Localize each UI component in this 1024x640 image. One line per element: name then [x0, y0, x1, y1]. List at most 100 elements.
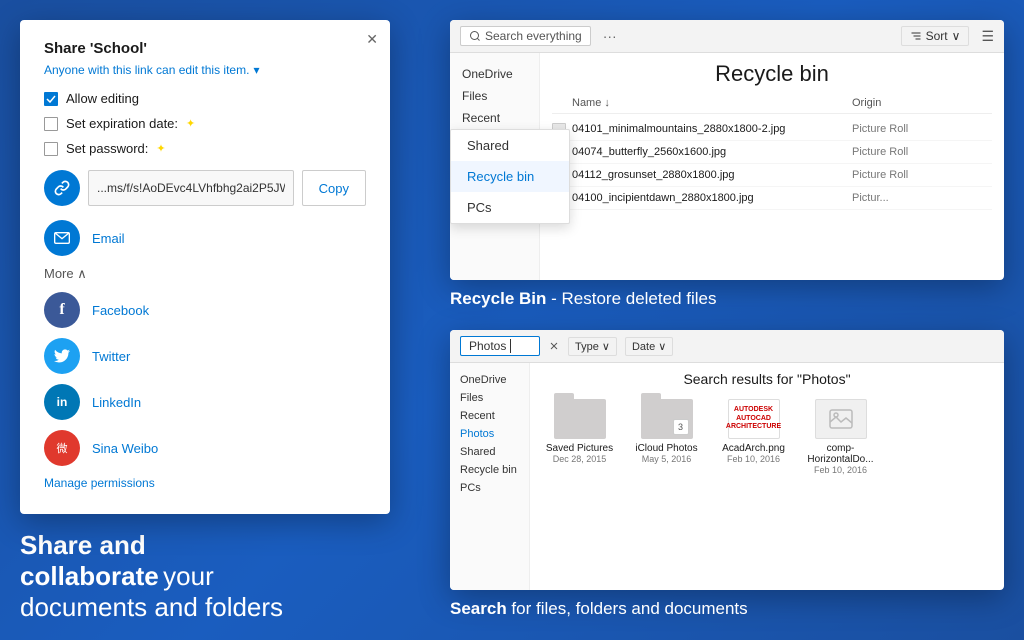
close-search-icon[interactable]	[548, 340, 560, 352]
hamburger-icon[interactable]: ☰	[981, 28, 994, 45]
subtitle-text: Anyone with this link can edit this item…	[44, 63, 249, 77]
file-origin: Picture Roll	[852, 169, 992, 181]
search-sidebar-onedrive[interactable]: OneDrive	[450, 371, 529, 389]
expiration-checkbox[interactable]	[44, 117, 58, 131]
sort-label: Sort	[926, 29, 948, 43]
main-layout: ✕ Share 'School' Anyone with this link c…	[0, 0, 1024, 640]
file-name: 04074_butterfly_2560x1600.jpg	[572, 146, 852, 158]
result-date: Feb 10, 2016	[727, 454, 780, 464]
name-column-header: Name ↓	[572, 97, 852, 109]
search-sidebar-files[interactable]: Files	[450, 389, 529, 407]
allow-editing-label: Allow editing	[66, 91, 139, 106]
share-dialog: ✕ Share 'School' Anyone with this link c…	[20, 20, 390, 514]
result-label: comp-HorizontalDo...	[803, 443, 878, 465]
allow-editing-checkbox[interactable]	[44, 92, 58, 106]
bottom-left-bold1: Share and	[20, 530, 146, 560]
table-row[interactable]: 04101_minimalmountains_2880x1800-2.jpg P…	[552, 118, 992, 141]
list-item[interactable]: Saved Pictures Dec 28, 2015	[542, 399, 617, 464]
recycle-bin-window: Search everything ··· Sort ∨ ☰ OneDrive …	[450, 20, 1004, 280]
recycle-search-box[interactable]: Search everything	[460, 26, 591, 46]
search-results-grid: Saved Pictures Dec 28, 2015 3 iCloud Pho…	[542, 399, 992, 475]
link-input[interactable]	[88, 170, 294, 206]
table-row[interactable]: 04112_grosunset_2880x1800.jpg Picture Ro…	[552, 164, 992, 187]
facebook-label[interactable]: Facebook	[92, 303, 149, 318]
twitter-label[interactable]: Twitter	[92, 349, 130, 364]
sidebar-item-onedrive[interactable]: OneDrive	[450, 63, 539, 85]
password-checkbox[interactable]	[44, 142, 58, 156]
recycle-bin-sidebar: OneDrive Files Recent Shared Recycle bin…	[450, 53, 540, 280]
search-input-bar[interactable]: Photos	[460, 336, 540, 356]
password-label: Set password:	[66, 141, 148, 156]
facebook-row: f Facebook	[44, 292, 366, 328]
bottom-left-line2: collaborate your	[20, 561, 430, 592]
dropdown-shared[interactable]: Shared	[451, 130, 569, 161]
sort-button[interactable]: Sort ∨	[901, 26, 970, 46]
search-desc-normal: for files, folders and documents	[507, 599, 748, 618]
close-button[interactable]: ✕	[366, 32, 378, 46]
recycle-bin-desc-bold: Recycle Bin	[450, 289, 546, 308]
search-window: Photos Type ∨ Date ∨ OneDrive Files Rece…	[450, 330, 1004, 590]
more-options-icon[interactable]: ···	[603, 28, 617, 44]
linkedin-row: in LinkedIn	[44, 384, 366, 420]
dropdown-recycle-bin[interactable]: Recycle bin	[451, 161, 569, 192]
result-date: Feb 10, 2016	[814, 465, 867, 475]
search-description: Search for files, folders and documents	[450, 598, 1004, 620]
password-row: Set password: ✦	[44, 141, 366, 156]
linkedin-label[interactable]: LinkedIn	[92, 395, 141, 410]
table-row[interactable]: 04100_incipientdawn_2880x1800.jpg Pictur…	[552, 187, 992, 210]
recycle-bin-body: OneDrive Files Recent Shared Recycle bin…	[450, 53, 1004, 280]
dropdown-pcs[interactable]: PCs	[451, 192, 569, 223]
type-filter-button[interactable]: Type ∨	[568, 337, 617, 356]
list-item[interactable]: AUTODESKAUTOCADARCHITECTURE AcadArch.png…	[716, 399, 791, 464]
allow-editing-row: Allow editing	[44, 91, 366, 106]
search-sidebar-pcs[interactable]: PCs	[450, 479, 529, 497]
bottom-left-line1: Share and	[20, 530, 430, 561]
sidebar-item-recent[interactable]: Recent	[450, 107, 539, 129]
dialog-title: Share 'School'	[44, 40, 366, 57]
manage-permissions-link[interactable]: Manage permissions	[44, 476, 366, 490]
copy-button[interactable]: Copy	[302, 170, 366, 206]
table-row[interactable]: 04074_butterfly_2560x1600.jpg Picture Ro…	[552, 141, 992, 164]
search-desc-bold: Search	[450, 599, 507, 618]
more-toggle[interactable]: More ∧	[44, 266, 366, 282]
folder-icon	[554, 399, 606, 439]
date-filter-button[interactable]: Date ∨	[625, 337, 673, 356]
recycle-bin-main: Recycle bin Name ↓ Origin 04101_minimalm…	[540, 53, 1004, 280]
file-list-header: Name ↓ Origin	[552, 97, 992, 114]
expiration-label: Set expiration date:	[66, 116, 178, 131]
sort-chevron-icon: ∨	[952, 29, 961, 43]
search-sidebar-recycle[interactable]: Recycle bin	[450, 461, 529, 479]
bottom-left-normal2: your	[163, 561, 214, 591]
email-row: Email	[44, 220, 366, 256]
weibo-row: 微 Sina Weibo	[44, 430, 366, 466]
file-origin: Picture Roll	[852, 123, 992, 135]
list-item[interactable]: comp-HorizontalDo... Feb 10, 2016	[803, 399, 878, 475]
link-icon	[44, 170, 80, 206]
search-input-value: Photos	[469, 339, 506, 353]
email-label[interactable]: Email	[92, 231, 125, 246]
facebook-icon: f	[44, 292, 80, 328]
search-sidebar-shared[interactable]: Shared	[450, 443, 529, 461]
search-sidebar-recent[interactable]: Recent	[450, 407, 529, 425]
origin-column-header: Origin	[852, 97, 992, 109]
linkedin-icon: in	[44, 384, 80, 420]
right-top-panel: Search everything ··· Sort ∨ ☰ OneDrive …	[440, 20, 1004, 320]
twitter-icon	[44, 338, 80, 374]
email-icon	[44, 220, 80, 256]
expiration-row: Set expiration date: ✦	[44, 116, 366, 131]
password-star-icon: ✦	[156, 142, 165, 155]
weibo-label[interactable]: Sina Weibo	[92, 441, 158, 456]
result-date: Dec 28, 2015	[553, 454, 607, 464]
search-titlebar: Photos Type ∨ Date ∨	[450, 330, 1004, 363]
sidebar-item-files[interactable]: Files	[450, 85, 539, 107]
list-item[interactable]: 3 iCloud Photos May 5, 2016	[629, 399, 704, 464]
result-label: Saved Pictures	[546, 443, 613, 454]
result-date: May 5, 2016	[642, 454, 692, 464]
weibo-icon: 微	[44, 430, 80, 466]
recycle-bin-description: Recycle Bin - Restore deleted files	[450, 288, 1004, 310]
dialog-subtitle[interactable]: Anyone with this link can edit this item…	[44, 63, 366, 77]
folder-badge: 3	[673, 419, 689, 435]
search-sidebar-photos[interactable]: Photos	[450, 425, 529, 443]
file-origin: Picture Roll	[852, 146, 992, 158]
bottom-left-line3: documents and folders	[20, 592, 430, 623]
